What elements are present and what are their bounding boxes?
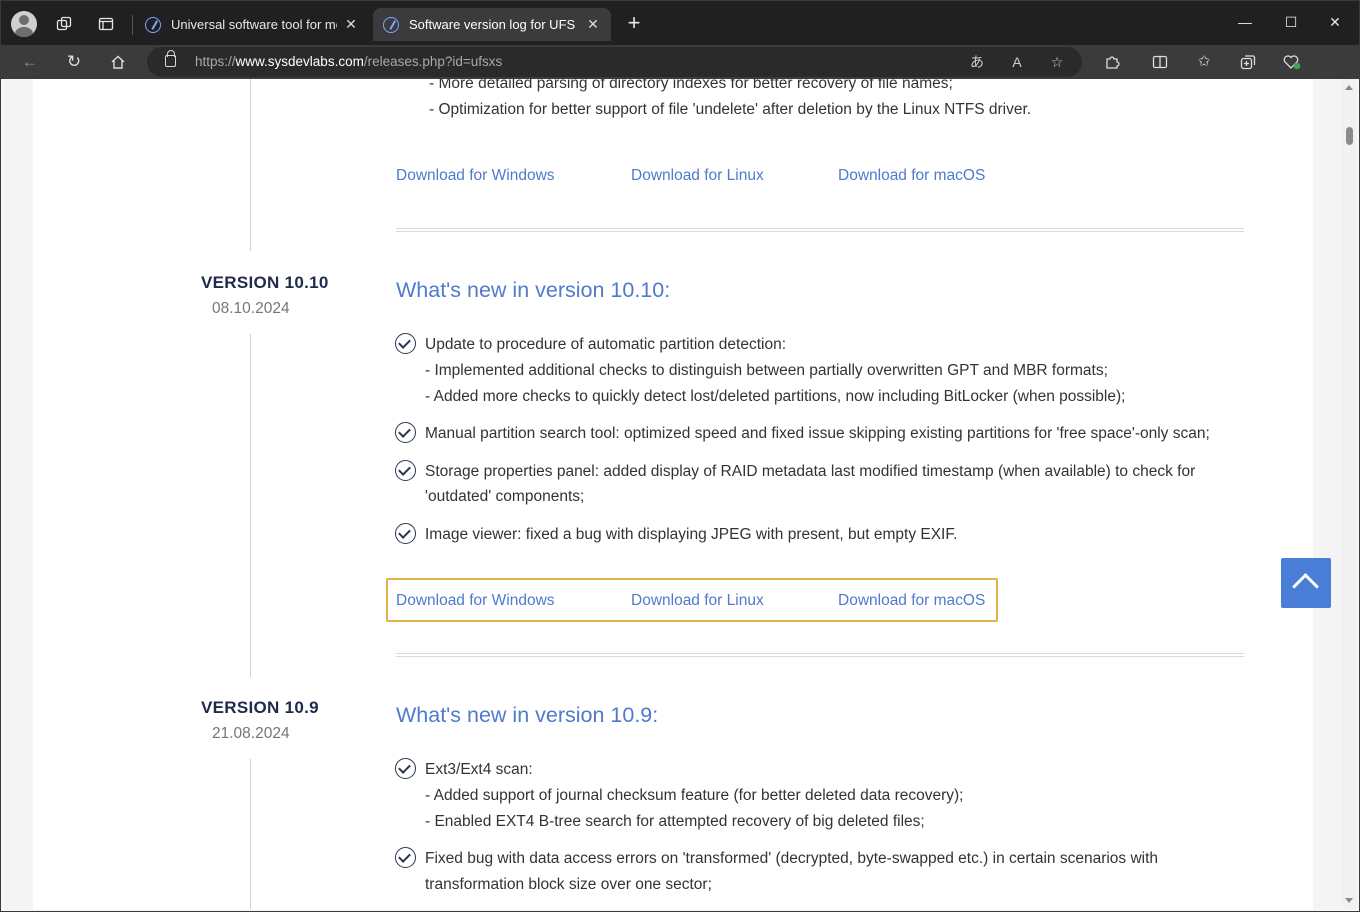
translate-icon[interactable]: あ [965,51,989,73]
check-circle-icon [395,523,416,544]
download-windows-link[interactable]: Download for Windows [396,592,555,610]
back-arrow-icon[interactable]: ← [15,49,45,75]
download-macos-link[interactable]: Download for macOS [838,167,985,185]
window-close-icon[interactable]: ✕ [1313,11,1357,35]
tab-title: Software version log for UFS Explo [409,17,579,32]
new-tab-plus-icon[interactable]: + [621,11,647,37]
change-subitem: - Enabled EXT4 B-tree search for attempt… [425,813,925,830]
change-item: Manual partition search tool: optimized … [425,425,1210,442]
maximize-icon[interactable]: ☐ [1269,11,1313,35]
star-icon[interactable]: ☆ [1045,51,1069,73]
download-macos-link[interactable]: Download for macOS [838,592,985,610]
page-viewport: - More detailed parsing of directory ind… [5,79,1342,909]
download-windows-link[interactable]: Download for Windows [396,167,555,185]
browser-essentials-icon[interactable] [1277,49,1307,75]
home-icon[interactable] [103,49,133,75]
section-divider [396,653,1244,657]
tab-bar: Universal software tool for most c ✕ Sof… [1,1,1359,45]
workspaces-icon[interactable] [51,11,77,37]
change-subitem: - Added support of journal checksum feat… [425,787,964,804]
scrollbar-thumb[interactable] [1346,127,1353,145]
change-subitem: - Added more checks to quickly detect lo… [425,388,1126,405]
minimize-icon[interactable]: — [1223,11,1267,35]
check-circle-icon [395,460,416,481]
scroll-up-arrow-icon[interactable] [1345,85,1353,90]
timeline-line [250,759,251,909]
lock-icon[interactable] [165,50,176,67]
tab-universal-software[interactable]: Universal software tool for most c ✕ [135,8,369,41]
download-linux-link[interactable]: Download for Linux [631,167,764,185]
address-toolbar: ← ↻ https://www.sysdevlabs.com/releases.… [1,45,1359,79]
collections-icon[interactable] [1233,49,1263,75]
change-subitem: - More detailed parsing of directory ind… [429,79,953,92]
check-circle-icon [395,847,416,868]
read-aloud-icon[interactable]: A [1005,51,1029,73]
timeline-line [250,334,251,677]
scroll-to-top-button[interactable] [1281,558,1331,608]
tab-software-version-log[interactable]: Software version log for UFS Explo ✕ [373,8,611,41]
close-icon[interactable]: ✕ [343,16,359,33]
timeline-line [250,79,251,251]
change-subitem: - Implemented additional checks to disti… [425,362,1108,379]
url-text[interactable]: https://www.sysdevlabs.com/releases.php?… [195,54,502,69]
close-icon[interactable]: ✕ [585,16,601,33]
change-item: Fixed bug with data access errors on 'tr… [425,850,1159,867]
profile-avatar-icon[interactable] [11,11,37,37]
change-subitem: - Optimization for better support of fil… [429,101,1032,118]
check-circle-icon [395,333,416,354]
check-circle-icon [395,758,416,779]
change-item: Storage properties panel: added display … [425,463,1196,480]
page-scrollbar[interactable] [1342,79,1357,909]
browser-window: Universal software tool for most c ✕ Sof… [0,0,1360,912]
version-heading: What's new in version 10.9: [396,703,659,727]
version-label: VERSION 10.9 [201,698,319,717]
refresh-icon[interactable]: ↻ [59,49,89,75]
change-item: Image viewer: fixed a bug with displayin… [425,526,958,543]
change-item: Ext3/Ext4 scan: [425,761,533,778]
version-date: 08.10.2024 [212,300,290,317]
favorites-icon[interactable]: ✩ [1189,49,1219,75]
site-favicon-icon [145,16,161,33]
tab-separator [132,15,133,35]
site-favicon-icon [383,16,399,33]
version-heading: What's new in version 10.10: [396,278,671,302]
check-circle-icon [395,422,416,443]
change-item-continuation: transformation block size over one secto… [425,876,712,893]
change-item-continuation: 'outdated' components; [425,488,585,505]
tab-actions-icon[interactable] [93,11,119,37]
tab-title: Universal software tool for most c [171,17,337,32]
split-screen-icon[interactable] [1145,49,1175,75]
scroll-down-arrow-icon[interactable] [1345,898,1353,903]
puzzle-icon[interactable] [1097,49,1127,75]
address-bar[interactable]: https://www.sysdevlabs.com/releases.php?… [147,47,1082,77]
version-label: VERSION 10.10 [201,273,329,292]
version-date: 21.08.2024 [212,725,290,742]
download-linux-link[interactable]: Download for Linux [631,592,764,610]
change-item: Update to procedure of automatic partiti… [425,336,787,353]
section-divider [396,228,1244,232]
